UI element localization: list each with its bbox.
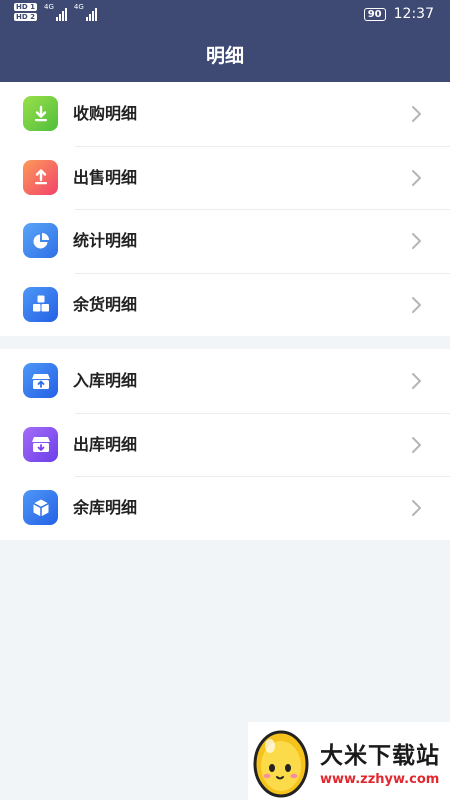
pie-chart-icon	[23, 223, 58, 258]
menu-item-label: 余库明细	[73, 498, 138, 517]
menu-item-statistics-details[interactable]: 统计明细	[0, 209, 450, 273]
hd1-badge: HD 1	[14, 3, 37, 11]
status-bar-left: HD 1 HD 2 4G 4G	[14, 3, 97, 21]
chevron-right-icon	[412, 169, 421, 186]
menu-item-label: 出售明细	[73, 167, 138, 187]
inbox-in-icon	[23, 363, 58, 398]
menu-item-label: 出库明细	[73, 434, 138, 454]
menu-item-remaining-stock-details[interactable]: 余库明细	[0, 476, 450, 540]
cube-icon	[23, 490, 58, 525]
chevron-right-icon	[412, 373, 421, 389]
menu-group-1: 收购明细 出售明细 统计明细 余货明细	[0, 82, 450, 336]
menu-item-label: 收购明细	[73, 104, 138, 123]
network-type-2: 4G	[73, 3, 84, 11]
watermark-title: 大米下载站	[320, 743, 440, 769]
boxes-icon	[23, 286, 58, 322]
upload-icon	[23, 159, 58, 195]
menu-item-remaining-goods-details[interactable]: 余货明细	[0, 272, 450, 337]
clock: 12:37	[393, 6, 434, 22]
status-bar-right: 90 12:37	[363, 6, 434, 22]
hd-badges: HD 1 HD 2	[14, 3, 37, 21]
network-type-1: 4G	[43, 3, 54, 11]
menu-item-sales-details[interactable]: 出售明细	[0, 145, 450, 210]
chevron-right-icon	[412, 296, 421, 313]
menu-item-purchase-details[interactable]: 收购明细	[0, 82, 450, 146]
signal-1-icon: 4G	[44, 3, 67, 21]
status-bar: HD 1 HD 2 4G 4G 90 12:37	[0, 0, 450, 30]
menu-item-stock-out-details[interactable]: 出库明细	[0, 412, 450, 477]
menu-item-label: 余货明细	[73, 294, 138, 314]
chevron-right-icon	[412, 106, 421, 122]
inbox-out-icon	[23, 426, 58, 462]
chevron-right-icon	[412, 233, 421, 249]
menu-item-label: 统计明细	[73, 231, 138, 250]
watermark: 大米下载站 www.zzhyw.com	[248, 722, 450, 800]
nav-bar: 明细	[0, 30, 450, 82]
battery-icon: 90	[363, 7, 386, 21]
menu-item-label: 入库明细	[73, 371, 138, 390]
hd2-badge: HD 2	[14, 13, 37, 21]
watermark-url: www.zzhyw.com	[320, 772, 440, 787]
page-title: 明细	[205, 45, 244, 67]
chevron-right-icon	[412, 436, 421, 453]
menu-item-stock-in-details[interactable]: 入库明细	[0, 349, 450, 413]
signal-2-icon: 4G	[74, 3, 97, 21]
menu-group-2: 入库明细 出库明细 余库明细	[0, 349, 450, 540]
egg-mascot-logo	[253, 730, 309, 798]
download-icon	[23, 96, 58, 131]
chevron-right-icon	[412, 500, 421, 516]
